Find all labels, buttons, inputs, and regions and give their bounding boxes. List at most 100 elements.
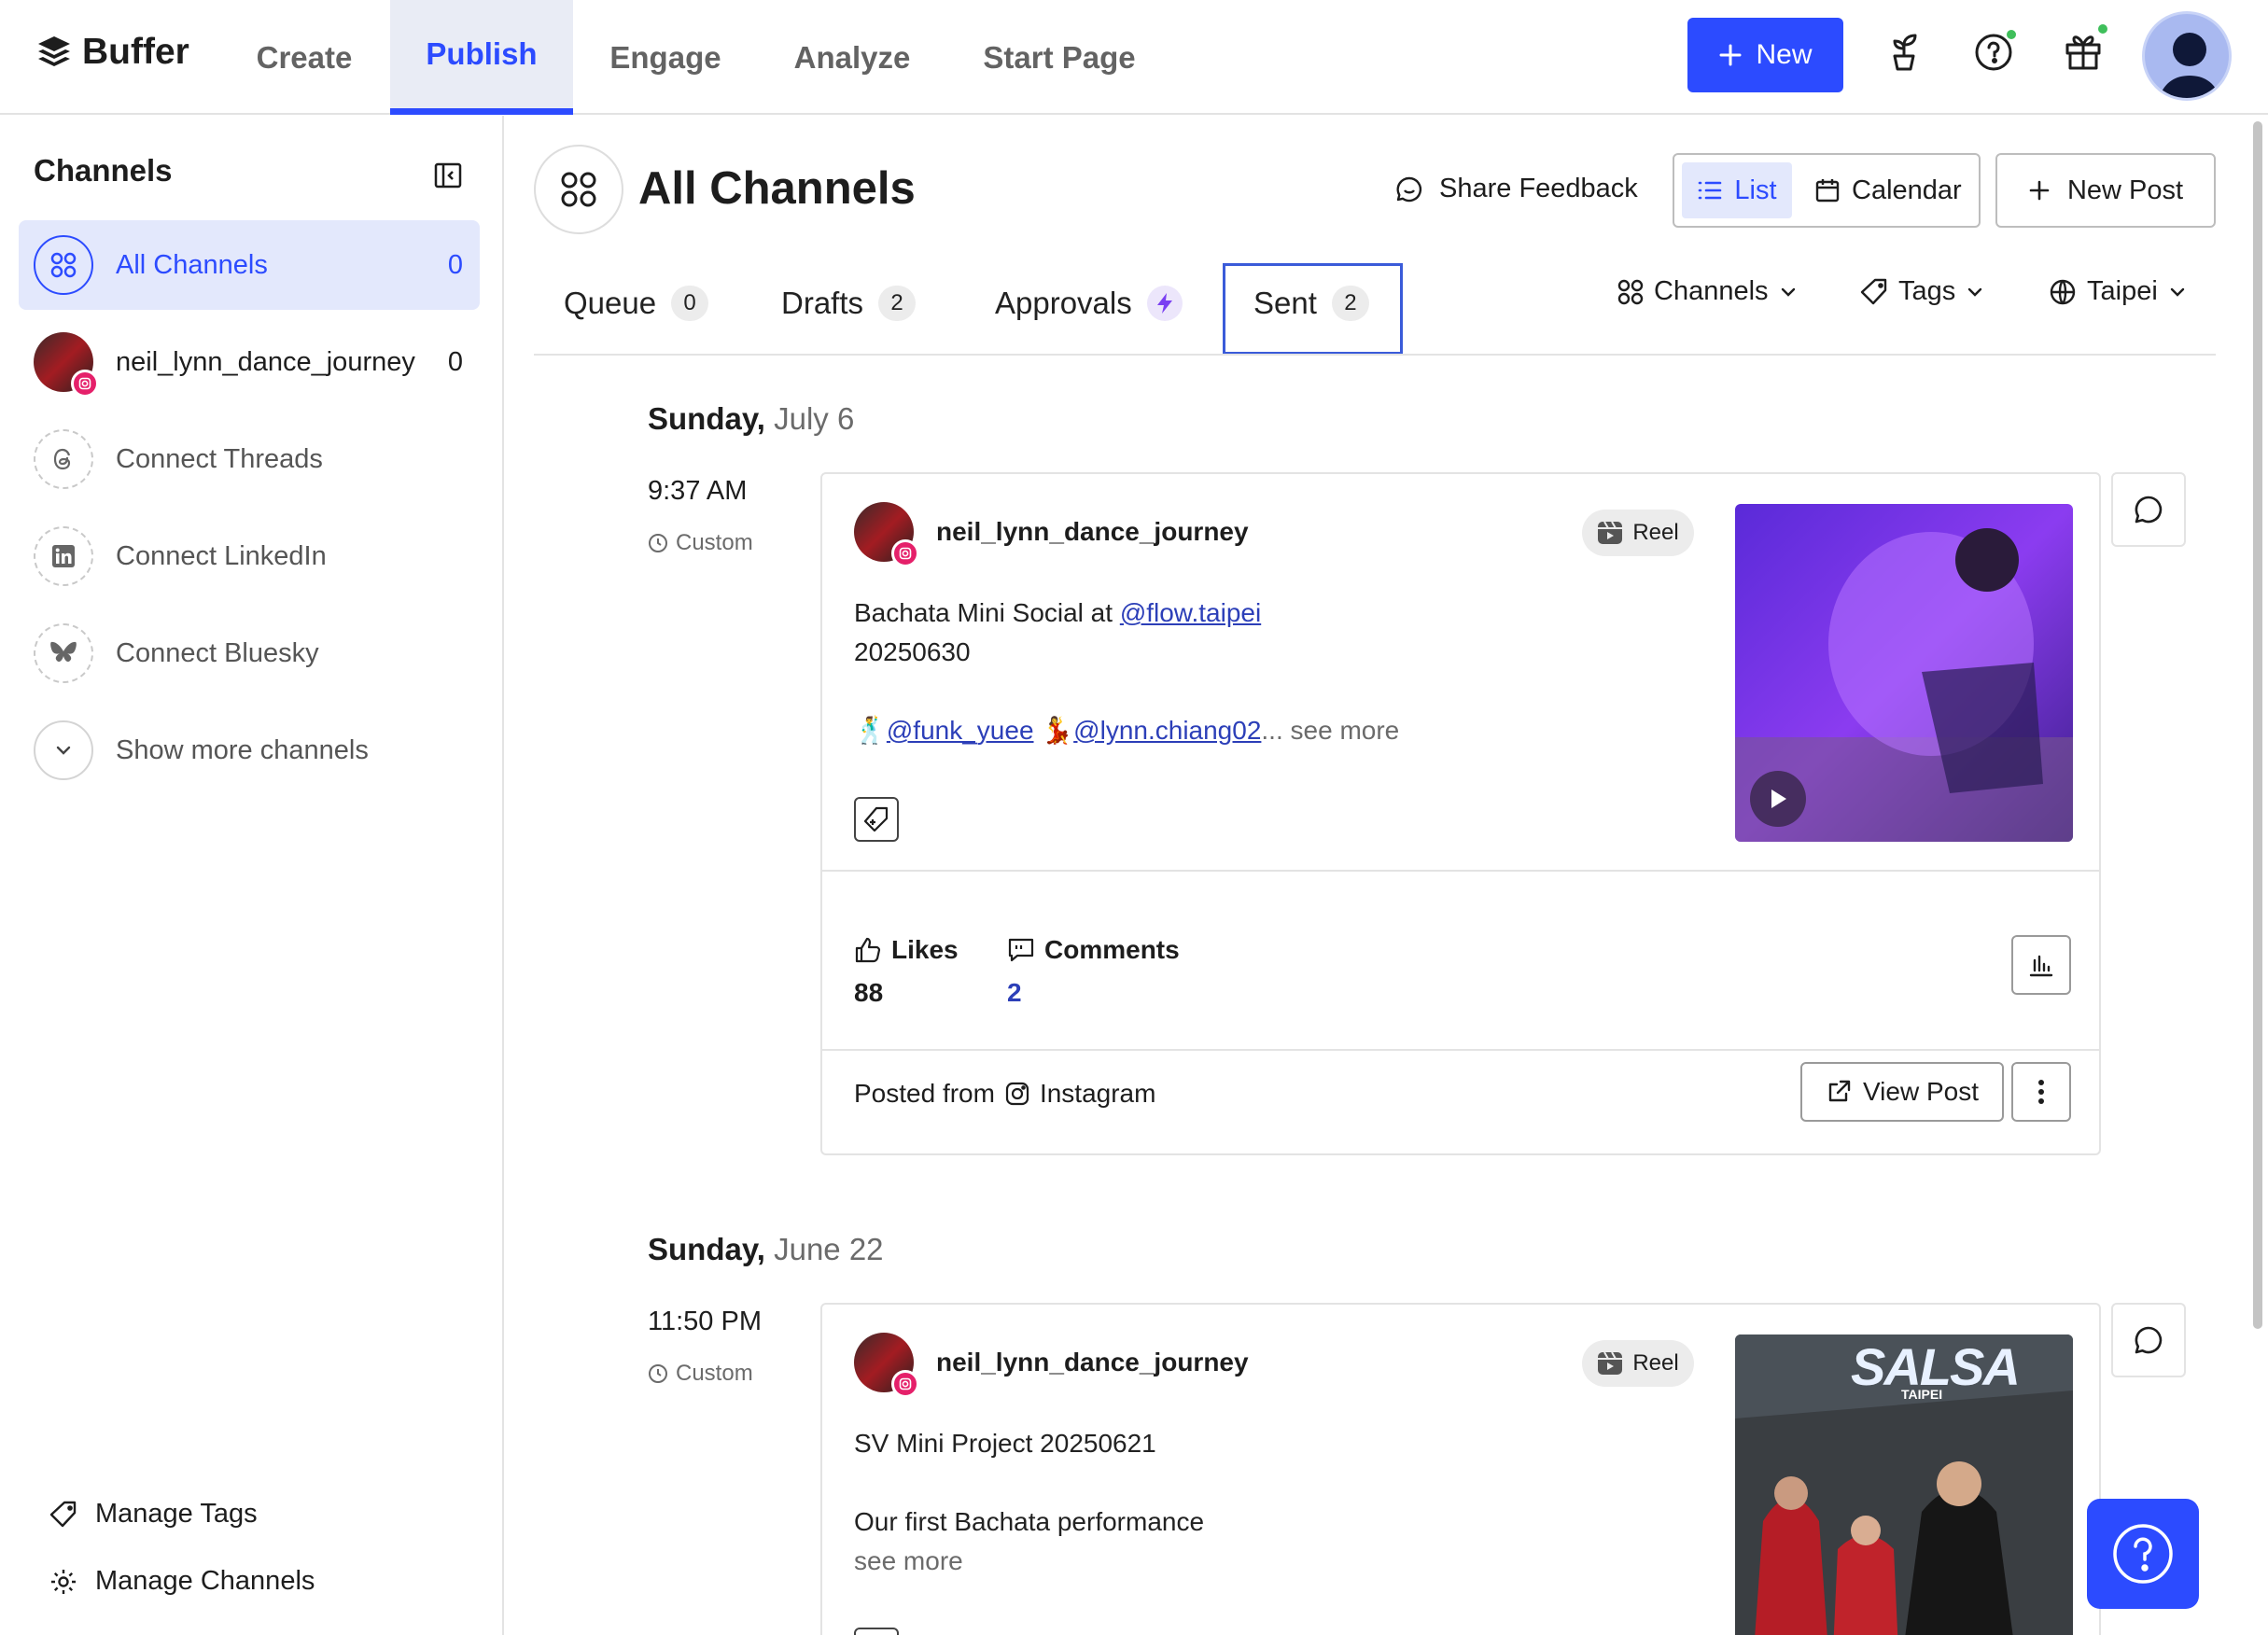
add-tag-icon [863, 806, 889, 832]
comment-quote-icon [1008, 938, 1034, 962]
collapse-sidebar-icon[interactable] [433, 161, 463, 190]
caption-line: 20250630 [854, 637, 971, 666]
channels-filter-dropdown[interactable]: Channels [1617, 276, 1799, 307]
nav-start-page[interactable]: Start Page [971, 0, 1148, 115]
sidebar-item-label: All Channels [116, 249, 268, 280]
date-rest: June 22 [774, 1232, 884, 1266]
calendar-view-button[interactable]: Calendar [1814, 162, 1962, 218]
sidebar-item-connect-linkedin[interactable]: Connect LinkedIn [19, 511, 480, 601]
calendar-icon [1815, 179, 1840, 203]
help-icon[interactable] [1969, 28, 2018, 77]
gift-icon[interactable] [2059, 22, 2109, 77]
comment-button[interactable] [2111, 1303, 2186, 1377]
show-more-channels-button[interactable]: Show more channels [19, 706, 480, 795]
question-icon [2113, 1524, 2173, 1584]
manage-tags-link[interactable]: Manage Tags [49, 1499, 258, 1530]
list-icon [1699, 181, 1722, 200]
date-heading: Sunday, July 6 [648, 401, 854, 437]
sidebar-item-connect-threads[interactable]: Connect Threads [19, 414, 480, 504]
plant-icon[interactable] [1880, 28, 1928, 77]
play-icon[interactable] [1750, 771, 1806, 827]
plus-icon [1719, 44, 1742, 66]
nav-analyze[interactable]: Analyze [780, 0, 924, 115]
sidebar-item-connect-bluesky[interactable]: Connect Bluesky [19, 608, 480, 698]
nav-engage[interactable]: Engage [594, 0, 737, 115]
likes-label: Likes [891, 935, 959, 964]
help-chat-button[interactable] [2087, 1499, 2199, 1609]
sidebar-title: Channels [34, 153, 173, 188]
tab-queue[interactable]: Queue 0 [564, 280, 709, 327]
tab-approvals[interactable]: Approvals [995, 280, 1183, 327]
buffer-logo[interactable]: Buffer [35, 32, 189, 73]
feedback-icon [1396, 176, 1422, 202]
manage-tags-label: Manage Tags [95, 1499, 258, 1529]
new-post-button[interactable]: New Post [1995, 153, 2216, 228]
view-toggle: List Calendar [1673, 153, 1981, 228]
comment-button[interactable] [2111, 472, 2186, 547]
bar-chart-icon [2029, 955, 2053, 977]
sidebar-item-label: Connect LinkedIn [116, 540, 327, 571]
nav-publish[interactable]: Publish [390, 0, 573, 115]
tab-label: Sent [1253, 286, 1317, 320]
sidebar-item-count: 0 [447, 346, 463, 377]
post-thumbnail[interactable] [1735, 504, 2073, 842]
post-author-avatar [854, 502, 919, 567]
reel-label: Reel [1632, 1350, 1679, 1376]
see-more-link[interactable]: see more [1291, 716, 1400, 745]
chevron-down-icon [2170, 287, 2184, 297]
mention-link[interactable]: @lynn.chiang02 [1073, 716, 1261, 745]
all-channels-header-icon [534, 145, 623, 234]
channels-filter-label: Channels [1654, 276, 1769, 306]
chevron-down-icon [1968, 287, 1982, 297]
threads-icon [34, 429, 93, 489]
share-feedback-label: Share Feedback [1439, 174, 1638, 203]
tab-label: Approvals [995, 286, 1132, 320]
comments-metric: Comments 2 [1007, 935, 1180, 1008]
top-navigation: Buffer Create Publish Engage Analyze Sta… [0, 0, 2268, 115]
tags-filter-dropdown[interactable]: Tags [1859, 276, 1985, 307]
clock-icon [649, 534, 667, 552]
date-day: Sunday, [648, 1232, 765, 1266]
timezone-dropdown[interactable]: Taipei [2048, 276, 2188, 307]
mention-link[interactable]: @funk_yuee [887, 716, 1034, 745]
chevron-down-icon [1781, 287, 1795, 297]
add-tag-button[interactable] [854, 1628, 899, 1635]
view-post-button[interactable]: View Post [1800, 1062, 2004, 1122]
tab-sent[interactable]: Sent 2 [1253, 280, 1369, 327]
plus-icon [2029, 180, 2050, 201]
see-more-link[interactable]: see more [854, 1542, 1204, 1581]
posted-from-label: Posted from [854, 1079, 995, 1108]
timezone-label: Taipei [2087, 276, 2158, 306]
globe-icon [2050, 279, 2076, 304]
page-scrollbar[interactable] [2253, 121, 2262, 1329]
tag-icon [1860, 278, 1887, 304]
post-card: neil_lynn_dance_journey Reel Bachata Min… [820, 472, 2101, 1155]
user-avatar[interactable] [2142, 11, 2232, 101]
comments-count[interactable]: 2 [1007, 978, 1180, 1008]
tab-drafts[interactable]: Drafts 2 [781, 280, 917, 327]
sidebar-item-all-channels[interactable]: All Channels 0 [19, 220, 480, 310]
tab-count: 2 [878, 286, 917, 321]
date-rest: July 6 [774, 401, 855, 436]
analytics-button[interactable] [2011, 935, 2071, 995]
more-options-button[interactable] [2011, 1062, 2071, 1122]
new-button[interactable]: New [1687, 18, 1843, 92]
sidebar-item-label: Connect Threads [116, 443, 323, 474]
add-tag-button[interactable] [854, 797, 899, 842]
date-heading: Sunday, June 22 [648, 1232, 884, 1267]
reel-badge: Reel [1582, 1340, 1694, 1387]
channel-avatar [34, 332, 99, 398]
card-divider [822, 870, 2099, 872]
list-view-button[interactable]: List [1682, 162, 1792, 218]
share-feedback-button[interactable]: Share Feedback [1394, 174, 1638, 204]
post-thumbnail[interactable]: SALSA TAIPEI [1735, 1335, 2073, 1635]
list-view-label: List [1734, 175, 1777, 205]
post-time: 9:37 AM [648, 476, 748, 506]
nav-create[interactable]: Create [235, 0, 373, 115]
sidebar-item-instagram-channel[interactable]: neil_lynn_dance_journey 0 [19, 317, 480, 407]
buffer-logo-text: Buffer [82, 32, 189, 72]
tab-label: Drafts [781, 286, 864, 320]
caption-line: SV Mini Project 20250621 [854, 1429, 1156, 1458]
mention-link[interactable]: @flow.taipei [1120, 598, 1261, 627]
manage-channels-link[interactable]: Manage Channels [49, 1566, 315, 1597]
